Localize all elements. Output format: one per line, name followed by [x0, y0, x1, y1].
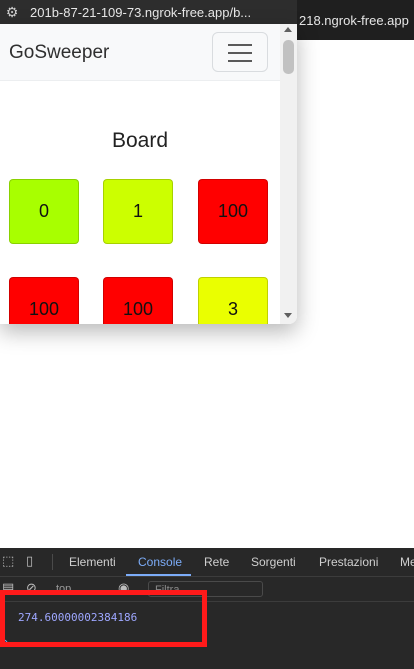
tab-elementi[interactable]: Elementi [69, 555, 116, 569]
divider [52, 554, 53, 570]
board-cell[interactable]: 1 [103, 179, 173, 244]
board-cell[interactable]: 100 [9, 277, 79, 324]
devtools-tab-bar: ⬚ ▯ Elementi Console Rete Sorgenti Prest… [0, 548, 414, 577]
board-cell[interactable]: 3 [198, 277, 268, 324]
tab-url-background: 218.ngrok-free.app [299, 12, 409, 28]
hamburger-icon [228, 44, 252, 46]
active-tab-indicator [126, 574, 191, 576]
board-cell[interactable]: 100 [103, 277, 173, 324]
highlight-annotation-box [0, 590, 207, 647]
browser-tab-active[interactable]: ⚙ 201b-87-21-109-73.ngrok-free.app/b... [0, 0, 297, 24]
scroll-down-icon[interactable] [284, 313, 292, 318]
tab-sorgenti[interactable]: Sorgenti [251, 555, 296, 569]
inspect-element-icon[interactable]: ⬚ [2, 554, 16, 568]
menu-toggle-button[interactable] [212, 32, 268, 72]
browser-tab-background[interactable]: 218.ngrok-free.app [297, 0, 414, 40]
tab-url: 201b-87-21-109-73.ngrok-free.app/b... [30, 4, 252, 20]
board-title: Board [111, 129, 169, 152]
board-cell[interactable]: 0 [9, 179, 79, 244]
hamburger-icon-line [228, 52, 252, 54]
brand-logo-text[interactable]: GoSweeper [9, 42, 109, 64]
tab-rete[interactable]: Rete [204, 555, 229, 569]
tab-console[interactable]: Console [138, 555, 182, 569]
hamburger-icon-line [228, 60, 252, 62]
site-settings-icon[interactable]: ⚙ [0, 4, 24, 21]
board-cell[interactable]: 100 [198, 179, 268, 244]
popup-scrollbar[interactable] [280, 24, 297, 324]
navbar: GoSweeper [0, 24, 280, 81]
tab-prestazioni[interactable]: Prestazioni [319, 555, 378, 569]
scrollbar-thumb[interactable] [283, 40, 294, 74]
popup-window: GoSweeper Board 0 1 100 100 100 3 [0, 24, 297, 324]
tab-memory[interactable]: Me [400, 555, 414, 569]
device-toolbar-icon[interactable]: ▯ [26, 554, 40, 568]
scroll-up-icon[interactable] [284, 27, 292, 32]
